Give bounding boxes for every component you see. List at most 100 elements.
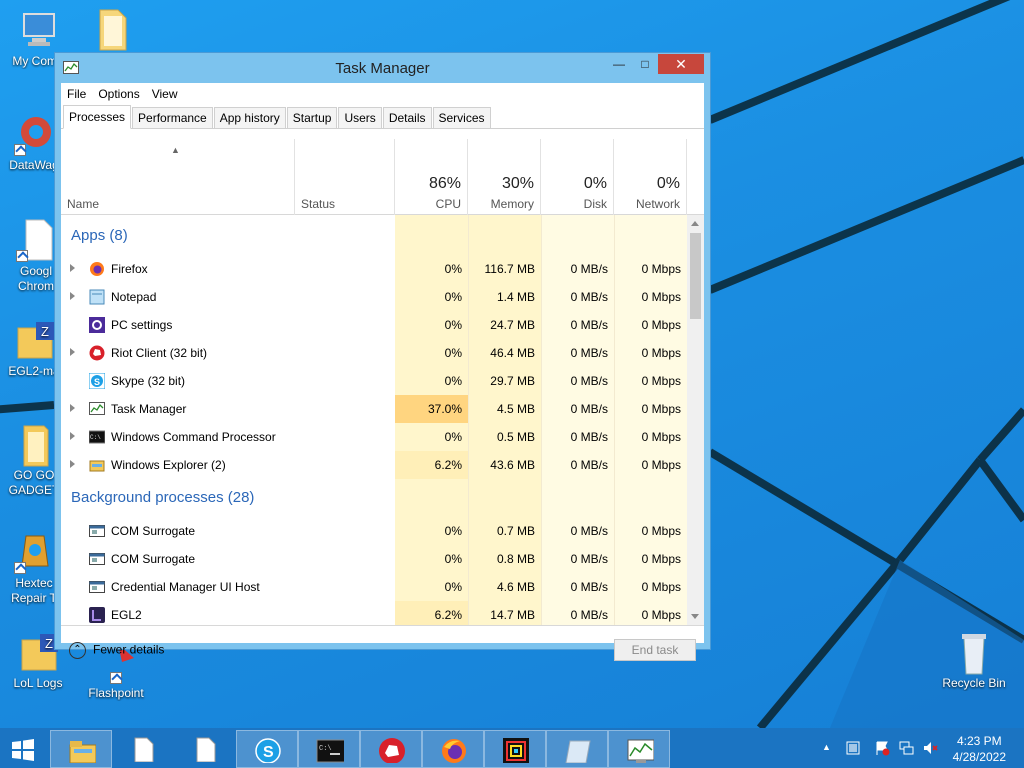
table-row[interactable]: COM Surrogate 0% 0.8 MB 0 MB/s 0 Mbps: [61, 545, 687, 573]
network-total: 0%: [656, 175, 680, 192]
table-row[interactable]: Task Manager 37.0% 4.5 MB 0 MB/s 0 Mbps: [61, 395, 687, 423]
column-header: ▲ Name Status 86% CPU 30% Memory 0% Disk: [61, 139, 704, 215]
file-icon: [16, 218, 56, 262]
cmd-icon: C:\: [88, 429, 106, 445]
desktop-icon-label: Recycle Bin: [942, 676, 1006, 690]
process-net: 0 Mbps: [641, 580, 681, 594]
svg-text:Z: Z: [41, 324, 49, 339]
computer-icon: [18, 8, 58, 52]
column-header-status[interactable]: Status: [295, 139, 395, 215]
tab-performance[interactable]: Performance: [132, 107, 213, 128]
recycle-bin-icon: [954, 630, 994, 675]
scroll-thumb[interactable]: [690, 233, 701, 319]
maximize-button[interactable]: □: [632, 54, 658, 74]
tab-services[interactable]: Services: [432, 107, 491, 128]
shortcut-arrow-icon: [110, 672, 122, 684]
shortcut-arrow-icon: [16, 250, 28, 262]
start-button[interactable]: [0, 730, 48, 768]
process-net: 0 Mbps: [641, 290, 681, 304]
firefox-icon: [442, 739, 466, 763]
expand-arrow-icon[interactable]: [70, 264, 75, 272]
process-name: COM Surrogate: [111, 524, 196, 538]
column-header-memory[interactable]: 30% Memory: [468, 139, 541, 215]
taskbar-task-manager[interactable]: [608, 730, 670, 768]
task-manager-window: Task Manager — □ ✕ File Options View Pro…: [54, 52, 711, 661]
taskbar-riot-client[interactable]: [360, 730, 422, 768]
taskbar-notes-app[interactable]: [546, 730, 608, 768]
riot-icon: [89, 345, 105, 361]
menu-view[interactable]: View: [152, 87, 178, 101]
process-disk: 0 MB/s: [570, 346, 608, 360]
table-row[interactable]: COM Surrogate 0% 0.7 MB 0 MB/s 0 Mbps: [61, 517, 687, 545]
folder-icon: [92, 6, 132, 51]
folder-icon: [14, 422, 54, 467]
taskbar-notepad-2[interactable]: [174, 730, 236, 768]
fewer-details-button[interactable]: ⌃ Fewer details: [69, 642, 164, 659]
process-cpu: 37.0%: [395, 395, 468, 423]
column-header-name[interactable]: ▲ Name: [61, 139, 295, 215]
process-name: EGL2: [111, 608, 142, 622]
table-row[interactable]: Credential Manager UI Host 0% 4.6 MB 0 MB/s…: [61, 573, 687, 601]
vertical-scrollbar[interactable]: [687, 215, 704, 625]
desktop-icon-label: Flashpoint: [88, 686, 144, 700]
document-icon: [196, 737, 216, 762]
table-row[interactable]: Notepad 0% 1.4 MB 0 MB/s 0 Mbps: [61, 283, 687, 311]
desktop-icon-recycle-bin[interactable]: Recycle Bin: [936, 630, 1012, 691]
table-row[interactable]: Firefox 0% 116.7 MB 0 MB/s 0 Mbps: [61, 255, 687, 283]
network-icon[interactable]: [898, 740, 914, 756]
process-cpu: 0%: [444, 374, 462, 388]
table-row[interactable]: C:\ Windows Command Processor 0% 0.5 MB 0 MB…: [61, 423, 687, 451]
tab-processes[interactable]: Processes: [63, 105, 132, 129]
title-bar[interactable]: Task Manager — □ ✕: [55, 53, 710, 83]
process-net: 0 Mbps: [641, 402, 681, 416]
scroll-down-icon[interactable]: [691, 614, 699, 619]
tab-app-history[interactable]: App history: [213, 107, 286, 128]
expand-arrow-icon[interactable]: [70, 460, 75, 468]
table-row[interactable]: Windows Explorer (2) 6.2% 43.6 MB 0 MB/s 0 M…: [61, 451, 687, 479]
expand-arrow-icon[interactable]: [70, 404, 75, 412]
tab-startup[interactable]: Startup: [286, 107, 338, 128]
taskbar-cmd[interactable]: C:\: [298, 730, 360, 768]
process-cpu: 6.2%: [395, 601, 468, 625]
table-row[interactable]: PC settings 0% 24.7 MB 0 MB/s 0 Mbps: [61, 311, 687, 339]
process-name: Skype (32 bit): [111, 374, 186, 388]
process-mem: 0.7 MB: [496, 524, 535, 538]
column-header-disk[interactable]: 0% Disk: [541, 139, 614, 215]
close-button[interactable]: ✕: [658, 54, 704, 74]
shortcut-arrow-icon: [14, 144, 26, 156]
show-hidden-icons-icon[interactable]: ▲: [822, 742, 831, 752]
desktop-icon-folder[interactable]: [76, 6, 148, 52]
menu-options[interactable]: Options: [98, 87, 139, 101]
end-task-button[interactable]: End task: [614, 639, 696, 661]
taskbar-skype[interactable]: S: [236, 730, 298, 768]
cmd-icon: C:\: [316, 739, 344, 763]
folder-zip-icon: Z: [14, 318, 54, 362]
action-center-icon[interactable]: [846, 741, 860, 755]
clock[interactable]: 4:23 PM 4/28/2022: [953, 733, 1006, 765]
menu-file[interactable]: File: [67, 87, 86, 101]
volume-muted-icon[interactable]: [922, 740, 938, 756]
process-mem: 4.5 MB: [496, 402, 535, 416]
tab-users[interactable]: Users: [338, 107, 382, 128]
column-header-cpu[interactable]: 86% CPU: [395, 139, 468, 215]
table-row[interactable]: EGL2 6.2% 14.7 MB 0 MB/s 0 Mbps: [61, 601, 687, 625]
taskbar-file-explorer[interactable]: [50, 730, 112, 768]
expand-arrow-icon[interactable]: [70, 292, 75, 300]
tab-details[interactable]: Details: [382, 107, 432, 128]
process-name: Task Manager: [111, 402, 187, 416]
column-header-network[interactable]: 0% Network: [614, 139, 687, 215]
minimize-button[interactable]: —: [606, 54, 632, 74]
taskbar-notepad-1[interactable]: [112, 730, 174, 768]
expand-arrow-icon[interactable]: [70, 348, 75, 356]
table-row[interactable]: S Skype (32 bit) 0% 29.7 MB 0 MB/s 0 Mbps: [61, 367, 687, 395]
disk-total: 0%: [583, 175, 607, 192]
expand-arrow-icon[interactable]: [70, 432, 75, 440]
process-mem: 4.6 MB: [496, 580, 535, 594]
flag-warning-icon[interactable]: [874, 740, 890, 756]
taskbar-egl2[interactable]: [484, 730, 546, 768]
scroll-up-icon[interactable]: [691, 221, 699, 226]
table-row[interactable]: Riot Client (32 bit) 0% 46.4 MB 0 MB/s 0 Mbp…: [61, 339, 687, 367]
taskbar-firefox[interactable]: [422, 730, 484, 768]
process-mem: 43.6 MB: [490, 458, 535, 472]
process-name: COM Surrogate: [111, 552, 196, 566]
